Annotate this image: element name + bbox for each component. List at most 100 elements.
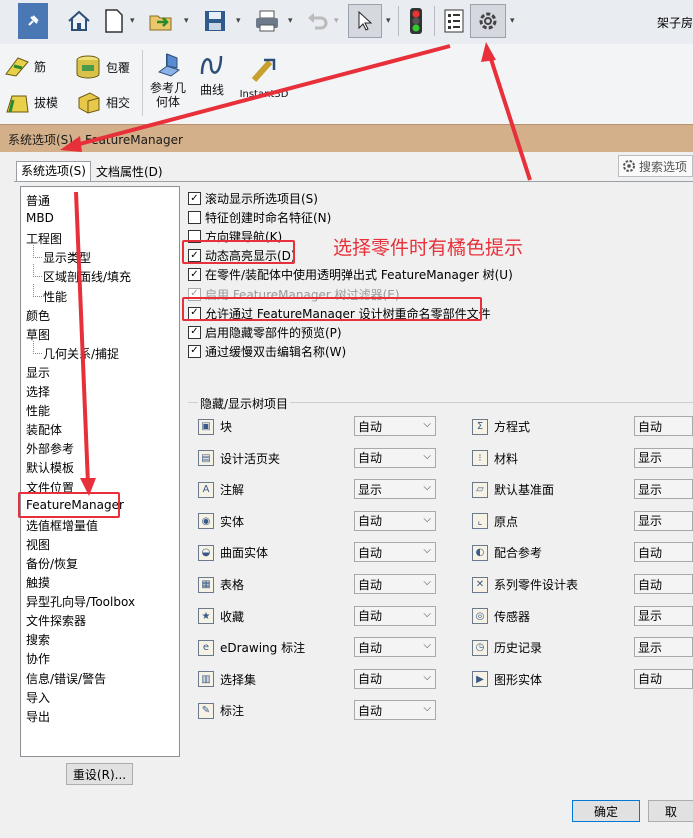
pin-icon[interactable] bbox=[18, 3, 48, 39]
tree-item[interactable]: 协作 bbox=[26, 650, 50, 667]
checkbox-unchecked-icon[interactable] bbox=[188, 211, 201, 225]
open-icon[interactable] bbox=[146, 4, 176, 38]
tree-item[interactable]: 普通 bbox=[26, 192, 50, 209]
cancel-button[interactable]: 取 bbox=[648, 800, 693, 822]
chevron-down-icon[interactable]: ⌵ bbox=[423, 703, 431, 714]
traffic-light-icon[interactable] bbox=[404, 4, 428, 38]
option-checkbox[interactable]: ✓ 滚动显示所选项目(S) bbox=[188, 190, 318, 207]
visibility-dropdown[interactable]: 自动 bbox=[634, 574, 693, 594]
checkbox-checked-icon[interactable]: ✓ bbox=[188, 325, 201, 339]
reset-button[interactable]: 重设(R)... bbox=[66, 763, 133, 785]
tree-item[interactable]: MBD bbox=[26, 211, 54, 225]
visibility-dropdown[interactable]: 自动 ⌵ bbox=[354, 542, 436, 563]
curves-button[interactable]: 曲线 bbox=[194, 52, 230, 98]
tree-item[interactable]: 备份/恢复 bbox=[26, 555, 78, 572]
checkbox-checked-icon[interactable]: ✓ bbox=[188, 344, 201, 358]
tree-item[interactable]: 信息/错误/警告 bbox=[26, 670, 106, 687]
option-checkbox[interactable]: ✓ 通过缓慢双击编辑名称(W) bbox=[188, 343, 346, 360]
tree-item[interactable]: 区域剖面线/填充 bbox=[32, 264, 131, 285]
tree-item[interactable]: 搜索 bbox=[26, 631, 50, 648]
draft-button[interactable]: 拔模 bbox=[4, 90, 58, 114]
chevron-down-icon[interactable]: ▾ bbox=[184, 16, 189, 26]
visibility-dropdown[interactable]: 显示 bbox=[634, 510, 693, 531]
home-icon[interactable] bbox=[64, 4, 94, 38]
option-checkbox[interactable]: ✓ 启用隐藏零部件的预览(P) bbox=[188, 324, 342, 341]
rib-button[interactable]: 筋 bbox=[4, 54, 46, 78]
gear-icon bbox=[623, 160, 635, 172]
visibility-dropdown[interactable]: 自动 ⌵ bbox=[354, 447, 436, 468]
tab-document-properties[interactable]: 文档属性(D) bbox=[92, 163, 167, 181]
visibility-dropdown[interactable]: 显示 bbox=[634, 637, 693, 658]
chevron-down-icon[interactable]: ⌵ bbox=[423, 640, 431, 651]
print-icon[interactable] bbox=[252, 4, 282, 38]
option-checkbox[interactable]: ✓ 在零件/装配体中使用透明弹出式 FeatureManager 树(U) bbox=[188, 266, 513, 283]
tree-item[interactable]: 触摸 bbox=[26, 574, 50, 591]
tree-item[interactable]: 默认模板 bbox=[26, 459, 74, 476]
visibility-dropdown[interactable]: 自动 ⌵ bbox=[354, 574, 436, 594]
visibility-dropdown[interactable]: 显示 ⌵ bbox=[354, 479, 436, 500]
visibility-dropdown[interactable]: 自动 ⌵ bbox=[354, 668, 436, 689]
tree-item[interactable]: 性能 bbox=[26, 402, 50, 419]
tree-item[interactable]: 视图 bbox=[26, 536, 50, 553]
chevron-down-icon[interactable]: ⌵ bbox=[423, 577, 431, 588]
chevron-down-icon[interactable]: ▾ bbox=[236, 16, 241, 26]
tree-item[interactable]: 文件探索器 bbox=[26, 612, 86, 629]
tree-item[interactable]: 性能 bbox=[32, 283, 67, 305]
chevron-down-icon[interactable]: ⌵ bbox=[423, 545, 431, 556]
undo-icon[interactable] bbox=[304, 4, 330, 38]
tree-item[interactable]: 导出 bbox=[26, 708, 50, 725]
tree-item[interactable]: 选择 bbox=[26, 383, 50, 400]
visibility-dropdown[interactable]: 自动 ⌵ bbox=[354, 416, 436, 436]
chevron-down-icon[interactable]: ⌵ bbox=[423, 419, 431, 430]
tree-item-label: 表格 bbox=[220, 578, 245, 592]
checkbox-checked-icon[interactable]: ✓ bbox=[188, 268, 201, 282]
visibility-dropdown[interactable]: 显示 bbox=[634, 479, 693, 500]
chevron-down-icon[interactable]: ▾ bbox=[288, 16, 293, 26]
select-arrow-icon[interactable] bbox=[348, 4, 382, 38]
option-checkbox[interactable]: 特征创建时命名特征(N) bbox=[188, 209, 331, 226]
chevron-down-icon[interactable]: ⌵ bbox=[423, 451, 431, 462]
options-category-tree[interactable]: 普通 MBD 工程图 显示类型 区域剖面线/填充 性能 颜色 草图 几何关系/捕捉 显示 选择 性能装… bbox=[20, 186, 180, 757]
tree-item[interactable]: 选值框增量值 bbox=[26, 517, 98, 534]
visibility-dropdown[interactable]: 自动 ⌵ bbox=[354, 605, 436, 626]
checkbox-checked-icon[interactable]: ✓ bbox=[188, 192, 201, 205]
intersect-button[interactable]: 相交 bbox=[76, 90, 130, 114]
visibility-dropdown[interactable]: 自动 bbox=[634, 668, 693, 689]
chevron-down-icon[interactable]: ⌵ bbox=[423, 609, 431, 620]
visibility-dropdown[interactable]: 显示 bbox=[634, 447, 693, 468]
file-properties-icon[interactable] bbox=[440, 4, 468, 38]
visibility-dropdown[interactable]: 自动 ⌵ bbox=[354, 700, 436, 721]
visibility-dropdown[interactable]: 自动 bbox=[634, 542, 693, 563]
tree-item[interactable]: 异型孔向导/Toolbox bbox=[26, 593, 135, 610]
visibility-dropdown[interactable]: 自动 ⌵ bbox=[354, 510, 436, 531]
search-options-box[interactable]: 搜索选项 bbox=[618, 155, 693, 177]
tree-item[interactable]: 显示 bbox=[26, 364, 50, 381]
intersect-label: 相交 bbox=[106, 95, 131, 110]
wrap-button[interactable]: 包覆 bbox=[74, 54, 130, 80]
tree-item[interactable]: 工程图 bbox=[26, 230, 62, 247]
chevron-down-icon[interactable]: ⌵ bbox=[423, 482, 431, 493]
instant3d-button[interactable]: Instant3D bbox=[236, 56, 292, 100]
options-gear-icon[interactable] bbox=[470, 4, 506, 38]
new-document-icon[interactable] bbox=[100, 4, 128, 38]
dropdown-value: 显示 bbox=[358, 482, 383, 497]
tree-item-visibility-row: ▦ 表格 bbox=[198, 576, 244, 593]
visibility-dropdown[interactable]: 自动 bbox=[634, 416, 693, 436]
tree-item[interactable]: 显示类型 bbox=[32, 245, 91, 266]
ref-geometry-button[interactable]: 参考几 何体 bbox=[148, 52, 188, 109]
chevron-down-icon[interactable]: ⌵ bbox=[423, 514, 431, 525]
chevron-down-icon[interactable]: ⌵ bbox=[423, 672, 431, 683]
tree-item[interactable]: 外部参考 bbox=[26, 440, 74, 457]
save-icon[interactable] bbox=[200, 4, 230, 38]
tree-item[interactable]: 几何关系/捕捉 bbox=[32, 340, 119, 362]
chevron-down-icon[interactable]: ▾ bbox=[510, 16, 515, 26]
tab-system-options[interactable]: 系统选项(S) bbox=[16, 161, 91, 182]
chevron-down-icon[interactable]: ▾ bbox=[386, 16, 391, 26]
tree-item[interactable]: 颜色 bbox=[26, 307, 50, 324]
tree-item[interactable]: 导入 bbox=[26, 689, 50, 706]
visibility-dropdown[interactable]: 自动 ⌵ bbox=[354, 637, 436, 658]
ok-button[interactable]: 确定 bbox=[572, 800, 640, 822]
visibility-dropdown[interactable]: 显示 bbox=[634, 605, 693, 626]
chevron-down-icon[interactable]: ▾ bbox=[130, 16, 135, 26]
tree-item[interactable]: 装配体 bbox=[26, 421, 62, 438]
